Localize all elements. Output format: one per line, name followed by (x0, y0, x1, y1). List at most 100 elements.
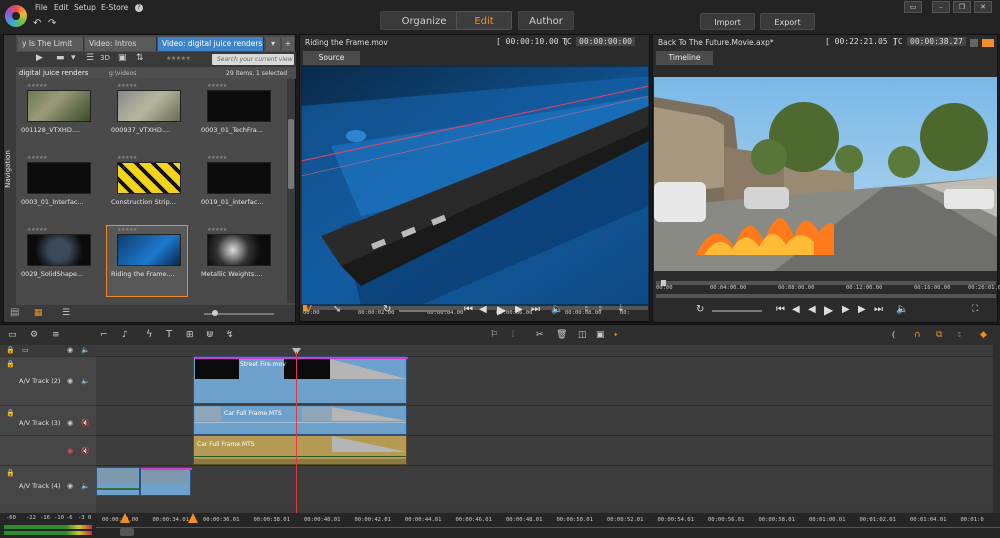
timeline-preview-scrollbar[interactable] (656, 294, 996, 298)
speaker-icon[interactable]: 🔈 (81, 346, 90, 354)
ripple-icon[interactable]: ⦅ (892, 330, 895, 340)
track-3-audio-speaker-icon[interactable]: 🔇 (81, 447, 90, 455)
add-tab-icon[interactable]: + (282, 37, 294, 51)
tl-forward-icon[interactable]: ▶ (842, 304, 850, 315)
library-search-input[interactable]: Search your current view (212, 54, 294, 65)
minimize-icon[interactable]: – (932, 1, 950, 13)
library-scrollbar[interactable] (287, 79, 295, 303)
marker-icon[interactable]: ⚐ (490, 330, 498, 340)
eye-icon[interactable]: ◉ (67, 346, 73, 354)
track-3-audio-eye-icon[interactable]: ◉ (67, 447, 73, 455)
insert-icon[interactable]: ⇣ (617, 304, 625, 314)
track-2-eye-icon[interactable]: ◉ (67, 377, 73, 385)
thumbnail-view-icon[interactable]: ▦ (34, 308, 43, 318)
tab-timeline[interactable]: Timeline (656, 51, 713, 65)
go-end-icon[interactable]: ⏭ (531, 304, 540, 315)
playhead-line[interactable] (296, 352, 297, 515)
clip-car-video[interactable]: Car Full Frame.MTS (193, 405, 407, 435)
snapshot-icon[interactable]: ◫ (578, 330, 587, 340)
library-tab-juice[interactable]: Video: digital juice renders (158, 37, 264, 51)
tl-go-start-icon[interactable]: ⏮ (776, 304, 785, 315)
loop-icon[interactable]: ↻ (383, 304, 391, 315)
library-item[interactable]: ★★★★★ 0003_01_TechFra... (197, 82, 277, 152)
rating-filter[interactable]: ★★★★★ (166, 55, 191, 62)
help-icon[interactable]: ? (135, 4, 143, 12)
delete-icon[interactable]: 🗑 (556, 330, 567, 340)
library-tab-limit[interactable]: y Is The Limit (18, 37, 84, 51)
play-icon[interactable]: ▶ (497, 303, 506, 317)
step-forward-icon[interactable]: ▶ (515, 304, 523, 315)
track-3-lock-icon[interactable]: 🔒 (6, 409, 15, 417)
effects-icon[interactable]: ϟ (146, 329, 153, 340)
library-item[interactable]: ★★★★★ 0003_01_Interfac... (17, 154, 97, 224)
tab-organize[interactable]: Organize (380, 11, 468, 30)
library-item[interactable]: ★★★★★ 000937_VTXHD.... (107, 82, 187, 152)
split-icon[interactable]: ⌐ (100, 330, 108, 340)
library-item[interactable]: ★★★★★ Construction Strip... (107, 154, 187, 224)
undo-icon[interactable]: ↶ (33, 18, 41, 29)
rating-stars[interactable]: ★★★★★ (117, 227, 137, 233)
track-2-lock-icon[interactable]: 🔒 (6, 360, 15, 368)
track-4-eye-icon[interactable]: ◉ (67, 482, 73, 490)
restore-icon[interactable]: ❐ (953, 1, 971, 13)
3d-filter-button[interactable]: 3D (100, 54, 110, 62)
tab-source[interactable]: Source (303, 51, 360, 65)
tag-icon[interactable]: ▣ (118, 53, 127, 63)
scissors-v-icon[interactable]: V (305, 304, 312, 315)
sort-icon[interactable]: ⇅ (136, 53, 144, 63)
tl-step-back-icon[interactable]: ◀ (792, 304, 800, 315)
import-button[interactable]: Import (700, 13, 755, 30)
magnet-icon[interactable]: ∩ (914, 330, 921, 340)
menu-file[interactable]: File (35, 3, 48, 12)
list-icon[interactable]: ☰ (86, 53, 94, 63)
motion-icon[interactable]: ↯ (226, 330, 234, 340)
tl-step-forward-icon[interactable]: ▶ (858, 304, 866, 315)
cart-icon[interactable]: ▭ (904, 1, 922, 13)
video-filter-icon[interactable]: ▶ (36, 53, 43, 63)
trim-icon[interactable]: ⦙ (512, 330, 514, 340)
filter-icon[interactable]: ▾ (71, 53, 76, 63)
transition-icon[interactable]: ⋓ (206, 330, 214, 340)
timeline-scroll-thumb[interactable] (120, 528, 134, 536)
library-item[interactable]: ★★★★★ 0029_SolidShape... (17, 226, 97, 296)
rating-stars[interactable]: ★★★★★ (207, 227, 227, 233)
folder-icon[interactable]: ▬ (56, 53, 65, 63)
gear-icon[interactable]: ⚙ (30, 330, 38, 340)
dual-view-icon[interactable] (982, 39, 994, 47)
razor-icon[interactable]: ✂ (536, 330, 544, 340)
library-tab-intros[interactable]: Video: Intros (85, 37, 157, 51)
smart-edit-icon[interactable]: ⧉ (936, 330, 942, 340)
scrub-audio-icon[interactable]: ◆ (980, 330, 987, 340)
list-view-icon[interactable]: ☰ (62, 308, 70, 318)
rating-stars[interactable]: ★★★★★ (207, 155, 227, 161)
zoom-slider-handle[interactable] (212, 310, 218, 316)
edit-mode-icon[interactable]: ≡ (52, 330, 60, 340)
monitor-icon[interactable]: ▭ (22, 346, 29, 354)
shuttle-slider[interactable] (399, 310, 449, 312)
rating-stars[interactable]: ★★★★★ (27, 227, 47, 233)
export-button[interactable]: Export (760, 13, 815, 30)
clip-track4-a[interactable] (96, 467, 140, 496)
tl-play-icon[interactable]: ▶ (824, 303, 833, 317)
redo-icon[interactable]: ↷ (48, 18, 56, 29)
stack-icon[interactable]: ▤ (10, 307, 19, 318)
mark-out-icon[interactable]: ⦂ (599, 304, 602, 314)
rating-stars[interactable]: ★★★★★ (27, 83, 47, 89)
title-icon[interactable]: T (166, 329, 172, 340)
menu-edit[interactable]: Edit (54, 3, 69, 12)
go-start-icon[interactable]: ⏮ (464, 304, 473, 315)
camera-icon[interactable]: ▣ (596, 330, 605, 340)
track-4-speaker-icon[interactable]: 🔈 (81, 482, 90, 490)
menu-setup[interactable]: Setup (74, 3, 96, 12)
clip-street-fire[interactable]: Street Fire.mov (193, 356, 408, 404)
track-2-speaker-icon[interactable]: 🔈 (81, 377, 90, 385)
tl-loop-icon[interactable]: ↻ (696, 304, 704, 315)
audio-icon[interactable]: ♪ (122, 330, 128, 340)
source-timecode[interactable]: 00:00:00:00 (576, 37, 635, 46)
clip-track4-b[interactable] (140, 467, 192, 496)
tab-author[interactable]: Author (518, 11, 574, 30)
clip-car-audio[interactable]: Car Full Frame.MTS (193, 435, 407, 465)
timeline-timecode[interactable]: 00:00:38.27 (907, 37, 966, 46)
library-item[interactable]: ★★★★★ 001128_VTXHD.... (17, 82, 97, 152)
library-item[interactable]: ★★★★★ Metallic Weights.... (197, 226, 277, 296)
